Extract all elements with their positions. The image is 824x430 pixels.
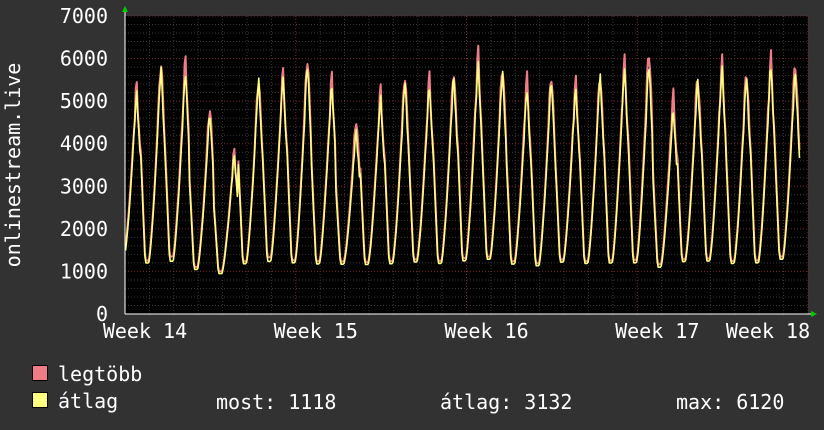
y-tick-label: 5000	[60, 89, 108, 113]
x-tick-label: Week 18	[726, 319, 810, 343]
legend-swatch-max	[32, 365, 48, 381]
y-axis-label: onlinestream.live	[1, 63, 25, 268]
x-tick-label: Week 14	[103, 319, 187, 343]
stat-avg: átlag: 3132	[440, 390, 573, 414]
x-tick-label: Week 16	[444, 319, 528, 343]
y-axis-arrow	[122, 6, 128, 12]
y-tick-label: 1000	[60, 259, 108, 283]
x-tick-label: Week 15	[274, 319, 358, 343]
stat-max: max: 6120	[676, 390, 785, 414]
y-tick-label: 7000	[60, 4, 108, 28]
y-tick-label: 4000	[60, 132, 108, 156]
y-tick-labels: 01000200030004000500060007000	[60, 4, 108, 326]
y-tick-label: 3000	[60, 174, 108, 198]
x-tick-labels: Week 14 Week 15 Week 16 Week 17 Week 18	[103, 319, 810, 343]
legend-swatch-avg	[32, 392, 48, 408]
legend-label-max: legtöbb	[58, 362, 143, 386]
stat-now: most: 1118	[216, 390, 337, 414]
legend-label-avg: átlag	[58, 389, 119, 413]
y-tick-label: 6000	[60, 47, 108, 71]
x-axis-arrow	[811, 311, 817, 317]
plot-area	[125, 16, 808, 314]
y-tick-label: 2000	[60, 217, 108, 241]
x-tick-label: Week 17	[615, 319, 699, 343]
